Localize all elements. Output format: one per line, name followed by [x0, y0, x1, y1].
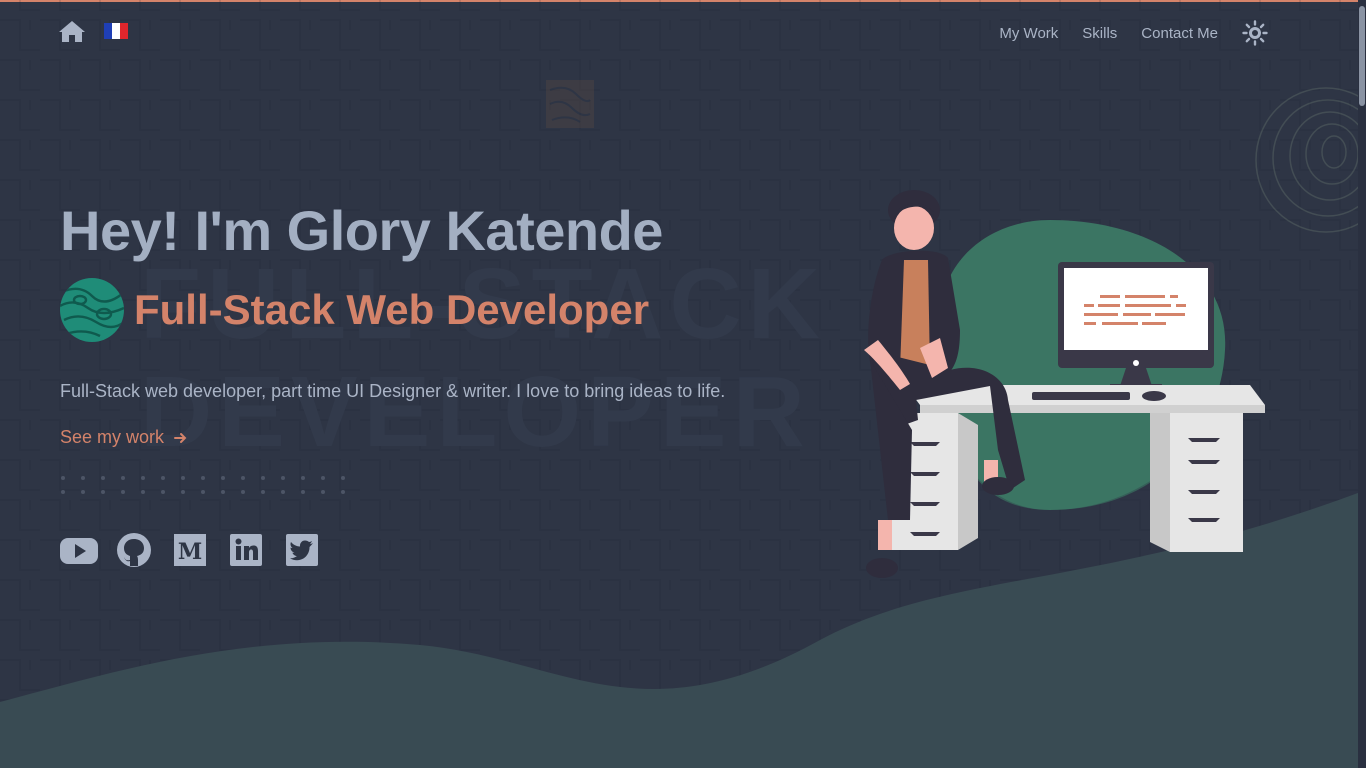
scrollbar[interactable] [1358, 0, 1366, 768]
arrow-right-icon [174, 432, 187, 443]
nav-right: My Work Skills Contact Me [999, 20, 1268, 46]
nav-link-my-work[interactable]: My Work [999, 25, 1058, 42]
see-my-work-link[interactable]: See my work [60, 427, 188, 448]
home-icon[interactable] [58, 19, 86, 43]
role-block: Full-Stack Web Developer [60, 278, 649, 342]
topo-decoration [546, 80, 594, 128]
see-my-work-label: See my work [60, 427, 165, 447]
developer-at-desk-illustration [864, 190, 1265, 578]
hero-intro: Full-Stack web developer, part time UI D… [60, 381, 726, 401]
sun-icon[interactable] [1242, 20, 1268, 46]
role-title: Full-Stack Web Developer [134, 286, 650, 333]
nav-link-skills[interactable]: Skills [1082, 25, 1117, 42]
france-flag[interactable] [104, 23, 128, 39]
nav-link-contact-me[interactable]: Contact Me [1141, 25, 1218, 42]
scrollbar-thumb[interactable] [1359, 6, 1365, 106]
hero-title: Hey! I'm Glory Katende [60, 199, 663, 262]
nav-left [58, 19, 128, 43]
avatar [60, 278, 124, 342]
